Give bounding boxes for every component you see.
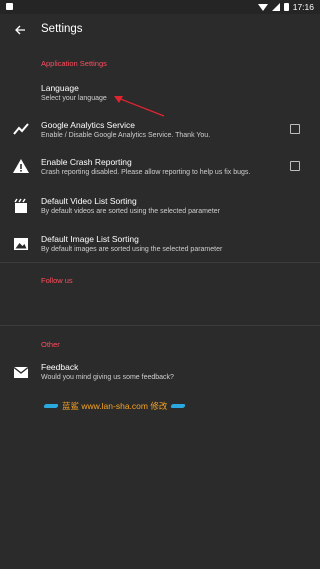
image-icon [14,238,28,250]
setting-subtitle: Select your language [41,95,107,102]
section-divider [0,325,320,326]
annotation-arrow-icon [114,96,165,117]
setting-crash-reporting[interactable]: Enable Crash Reporting Crash reporting d… [0,155,320,185]
arrow-left-icon [15,25,25,35]
mail-icon [13,366,29,378]
section-header-other: Other [41,340,60,349]
setting-subtitle: By default videos are sorted using the s… [41,208,220,215]
wifi-icon [257,3,268,11]
setting-subtitle: Crash reporting disabled. Please allow r… [41,169,251,176]
page-title: Settings [41,23,83,35]
setting-title: Language [41,83,79,93]
setting-subtitle: By default images are sorted using the s… [41,246,223,253]
setting-title: Google Analytics Service [41,120,136,130]
analytics-checkbox[interactable] [290,124,300,134]
watermark-text: 蓝鲨 www.lan-sha.com 修改 [62,401,168,411]
section-header-follow-us: Follow us [41,276,73,285]
setting-title: Default Video List Sorting [41,196,137,206]
setting-analytics[interactable]: Google Analytics Service Enable / Disabl… [0,118,320,148]
setting-image-sorting[interactable]: Default Image List Sorting By default im… [0,232,320,262]
status-icons: 17:16 [257,2,314,12]
crash-reporting-checkbox[interactable] [290,161,300,171]
toolbar: Settings [0,14,320,46]
setting-subtitle: Enable / Disable Google Analytics Servic… [41,132,211,139]
setting-subtitle: Would you mind giving us some feedback? [41,374,174,381]
setting-title: Enable Crash Reporting [41,157,132,167]
back-button[interactable] [10,20,30,40]
signal-icon [271,3,280,11]
battery-icon [283,3,289,11]
setting-feedback[interactable]: Feedback Would you mind giving us some f… [0,360,320,390]
status-time: 17:16 [292,2,314,12]
movie-clapper-icon [14,198,27,213]
watermark: 蓝鲨 www.lan-sha.com 修改 [43,400,187,412]
section-header-application: Application Settings [41,59,107,68]
shark-logo-icon [43,404,59,408]
setting-title: Feedback [41,362,79,372]
section-divider [0,262,320,263]
setting-title: Default Image List Sorting [41,234,139,244]
warning-icon [13,159,29,173]
shark-logo-icon [170,404,187,408]
status-bar: 17:16 [0,0,320,14]
trending-line-icon [13,123,29,135]
setting-video-sorting[interactable]: Default Video List Sorting By default vi… [0,194,320,224]
app-notification-icon [6,3,13,10]
